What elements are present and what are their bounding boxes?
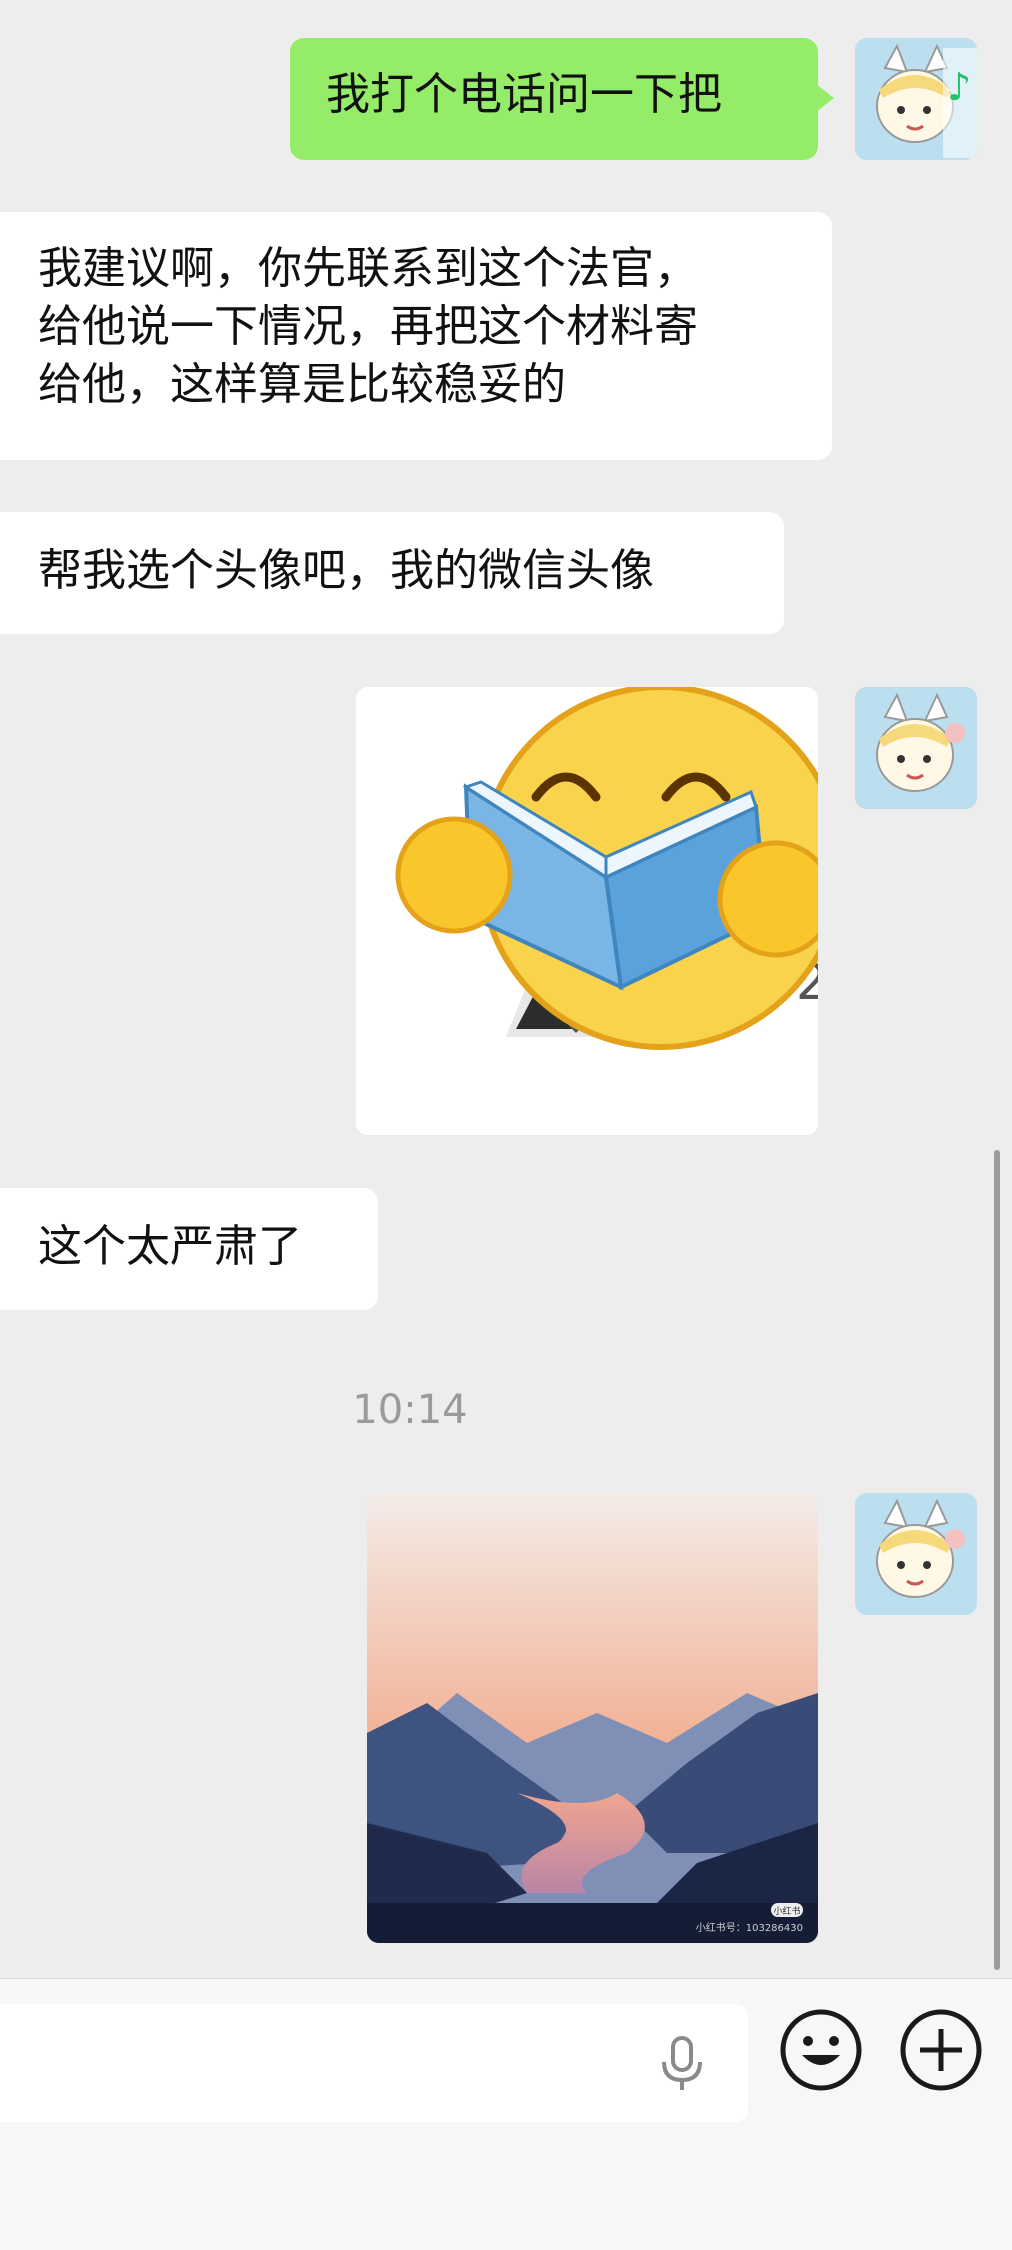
svg-text:♪: ♪ xyxy=(947,65,971,109)
message-bubble-incoming[interactable]: 我建议啊，你先联系到这个法官， 给他说一下情况，再把这个材料寄 给他，这样算是比… xyxy=(0,212,832,460)
microphone-icon[interactable] xyxy=(652,2034,712,2094)
avatar[interactable]: ♪ xyxy=(855,38,977,160)
watermark-text: 小红书号：103286430 xyxy=(696,1921,803,1934)
message-text: 帮我选个头像吧，我的微信头像 xyxy=(38,545,654,596)
message-bubble-incoming[interactable]: 这个太严肃了 xyxy=(0,1188,378,1310)
message-text-line: 我建议啊，你先联系到这个法官， xyxy=(38,243,698,294)
image-message[interactable]: 小红书 小红书号：103286430 xyxy=(367,1493,818,1943)
message-text-line: 给他说一下情况，再把这个材料寄 xyxy=(38,301,698,352)
scrollbar[interactable] xyxy=(994,1150,1000,1970)
reading-emoji-sticker: 2 xyxy=(356,687,818,1135)
message-text: 我打个电话问一下把 xyxy=(326,69,722,120)
message-bubble-incoming[interactable]: 帮我选个头像吧，我的微信头像 xyxy=(0,512,784,634)
message-bubble-outgoing[interactable]: 我打个电话问一下把 xyxy=(290,38,834,160)
input-bar xyxy=(0,1978,1012,2250)
emoji-icon[interactable] xyxy=(778,2007,864,2093)
watermark-badge: 小红书 xyxy=(773,1905,800,1917)
message-text-line: 给他，这样算是比较稳妥的 xyxy=(38,359,566,410)
chat-area: 我打个电话问一下把 ♪ 我建议啊，你先联系到这个法官， 给他说一下情况，再把这个… xyxy=(0,0,1012,1978)
plus-icon[interactable] xyxy=(898,2007,984,2093)
message-text: 这个太严肃了 xyxy=(38,1221,302,1272)
message-input[interactable] xyxy=(0,2004,748,2122)
avatar[interactable] xyxy=(855,687,977,809)
avatar[interactable] xyxy=(855,1493,977,1615)
image-message[interactable]: 2 xyxy=(356,687,818,1135)
mountain-sunset-image: 小红书 小红书号：103286430 xyxy=(367,1493,818,1943)
timestamp: 10:14 xyxy=(352,1387,468,1433)
